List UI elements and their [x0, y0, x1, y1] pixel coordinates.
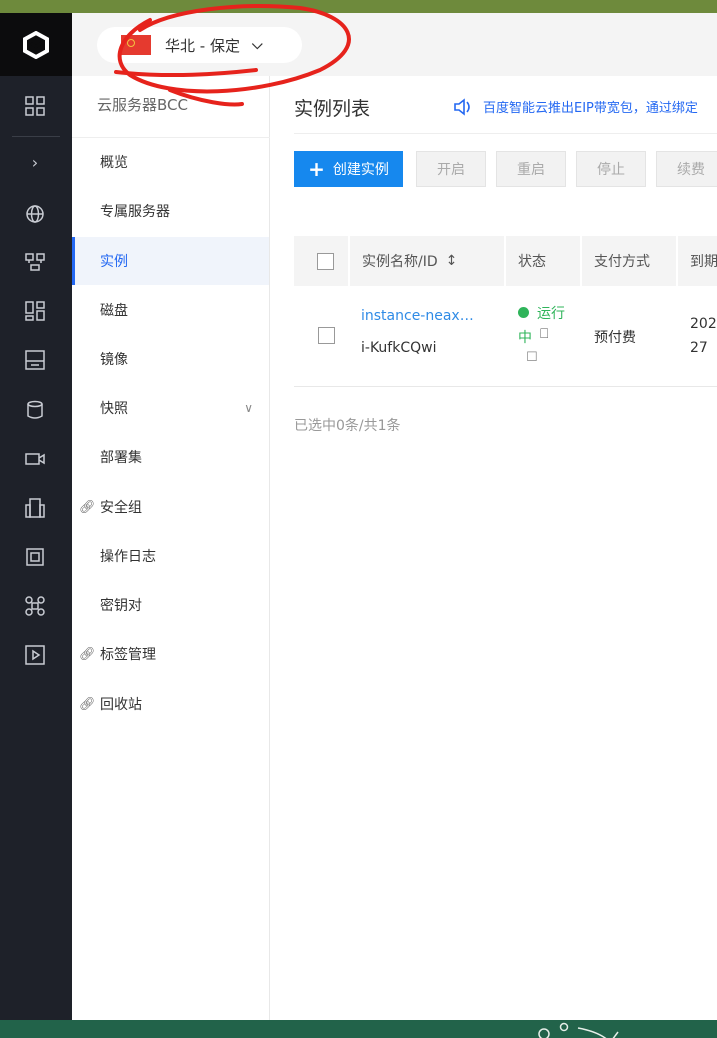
- nav-item-instance[interactable]: 实例: [72, 237, 269, 285]
- disk-icon[interactable]: [24, 349, 46, 371]
- nav-item-dedicated[interactable]: 专属服务器: [72, 187, 269, 235]
- nav-item-tags[interactable]: 🔗︎ 标签管理: [72, 630, 269, 678]
- expire-date: 2020: [690, 316, 717, 332]
- button-label: 重启: [517, 162, 545, 178]
- divider: [294, 133, 717, 134]
- instance-id: i-KufkCQwi: [361, 340, 437, 356]
- chevron-right-icon[interactable]: ›: [24, 151, 46, 173]
- stop-button[interactable]: 停止: [576, 151, 646, 187]
- decoration-icon: [538, 1022, 619, 1038]
- nav-label: 回收站: [100, 697, 142, 713]
- nav-item-snapshot[interactable]: 快照 ∨: [72, 384, 269, 432]
- renew-button[interactable]: 续费: [656, 151, 717, 187]
- security-icon[interactable]: ☐: [526, 350, 538, 365]
- chevron-down-icon: ∨: [244, 401, 253, 415]
- nav-label: 安全组: [100, 500, 142, 516]
- video-icon[interactable]: [24, 448, 46, 470]
- bottom-band: [0, 1020, 717, 1038]
- nav-item-oplog[interactable]: 操作日志: [72, 532, 269, 580]
- nav-title: 云服务器BCC: [97, 96, 188, 114]
- nav-item-recycle[interactable]: 🔗︎ 回收站: [72, 680, 269, 728]
- command-icon[interactable]: [24, 595, 46, 617]
- nav-label: 标签管理: [100, 647, 156, 663]
- region-selector[interactable]: 华北 - 保定 ⌵: [97, 27, 302, 63]
- create-instance-button[interactable]: + 创建实例: [294, 151, 403, 187]
- button-label: 续费: [677, 162, 705, 178]
- database-icon[interactable]: [24, 399, 46, 421]
- sort-icon[interactable]: ↕: [446, 253, 458, 269]
- china-flag-icon: [121, 35, 151, 55]
- payment-method: 预付费: [594, 330, 636, 346]
- monitor-icon[interactable]: ⎕: [540, 326, 548, 342]
- column-status: 状态: [506, 236, 582, 286]
- top-header: 华北 - 保定 ⌵: [72, 13, 717, 76]
- nav-item-disk[interactable]: 磁盘: [72, 286, 269, 334]
- nav-label: 专属服务器: [100, 204, 170, 220]
- status-text-2: 中: [518, 330, 532, 346]
- logo[interactable]: [0, 13, 72, 76]
- network-icon[interactable]: [24, 251, 46, 273]
- cloud-logo-icon: [23, 30, 49, 59]
- table-header: 实例名称/ID ↕ 状态 支付方式 到期: [294, 236, 717, 286]
- status-running: 运行: [518, 303, 565, 323]
- chevron-down-icon: ⌵: [251, 37, 263, 53]
- select-all-checkbox[interactable]: [317, 252, 334, 270]
- nav-label: 操作日志: [100, 549, 156, 565]
- selection-summary: 已选中0条/共1条: [294, 418, 401, 434]
- main-content: 实例列表 百度智能云推出EIP带宽包，通过绑定 + 创建实例 开启 重启 停止 续…: [270, 76, 717, 1020]
- nav-item-keypair[interactable]: 密钥对: [72, 581, 269, 629]
- start-button[interactable]: 开启: [416, 151, 486, 187]
- instance-name-link[interactable]: instance-neax…: [361, 308, 474, 324]
- region-label: 华北 - 保定: [165, 36, 240, 55]
- nav-label: 部署集: [100, 450, 142, 466]
- dashboard-icon[interactable]: [24, 300, 46, 322]
- row-checkbox[interactable]: [318, 327, 335, 344]
- link-icon: 🔗︎: [79, 499, 96, 515]
- top-strip: [0, 0, 717, 13]
- link-icon: 🔗︎: [79, 646, 96, 662]
- button-label: 停止: [597, 162, 625, 178]
- side-nav: 云服务器BCC 概览 专属服务器 实例 磁盘 镜像 快照 ∨ 部署集 🔗︎ 安全组 …: [72, 76, 270, 1020]
- column-label: 支付方式: [594, 254, 650, 270]
- column-expire: 到期: [678, 236, 717, 286]
- chip-icon[interactable]: [24, 546, 46, 568]
- nav-item-overview[interactable]: 概览: [72, 138, 269, 186]
- column-payment: 支付方式: [582, 236, 678, 286]
- column-label: 实例名称/ID: [362, 254, 438, 270]
- nav-label: 实例: [100, 254, 128, 270]
- product-rail: ›: [0, 13, 72, 1020]
- column-name[interactable]: 实例名称/ID ↕: [350, 236, 506, 286]
- nav-label: 镜像: [100, 352, 128, 368]
- table-row: instance-neax… i-KufkCQwi 运行 中 ⎕ ☐ 预付费 2…: [294, 286, 717, 387]
- speaker-icon: [454, 97, 470, 116]
- restart-button[interactable]: 重启: [496, 151, 566, 187]
- notice-text: 百度智能云推出EIP带宽包，通过绑定: [483, 101, 698, 116]
- grid-icon[interactable]: [24, 95, 46, 117]
- expire-date-2: 27: [690, 340, 708, 356]
- nav-label: 快照: [100, 401, 128, 417]
- nav-item-image[interactable]: 镜像: [72, 335, 269, 383]
- button-label: 开启: [437, 162, 465, 178]
- select-all-cell: [294, 236, 350, 286]
- notice-link[interactable]: 百度智能云推出EIP带宽包，通过绑定: [453, 97, 698, 116]
- link-icon: 🔗︎: [79, 696, 96, 712]
- column-label: 到期: [690, 254, 717, 270]
- nav-label: 密钥对: [100, 598, 142, 614]
- nav-item-deployset[interactable]: 部署集: [72, 433, 269, 481]
- nav-label: 概览: [100, 155, 128, 171]
- globe-icon[interactable]: [24, 203, 46, 225]
- button-label: 创建实例: [332, 162, 389, 178]
- divider: [12, 136, 60, 137]
- play-icon[interactable]: [24, 644, 46, 666]
- status-text: 运行: [537, 306, 565, 322]
- plus-icon: +: [308, 157, 325, 181]
- page-title: 实例列表: [294, 98, 371, 120]
- nav-label: 磁盘: [100, 303, 128, 319]
- column-label: 状态: [518, 254, 546, 270]
- nav-item-security-group[interactable]: 🔗︎ 安全组: [72, 483, 269, 531]
- status-dot-icon: [518, 307, 529, 318]
- building-icon[interactable]: [24, 497, 46, 519]
